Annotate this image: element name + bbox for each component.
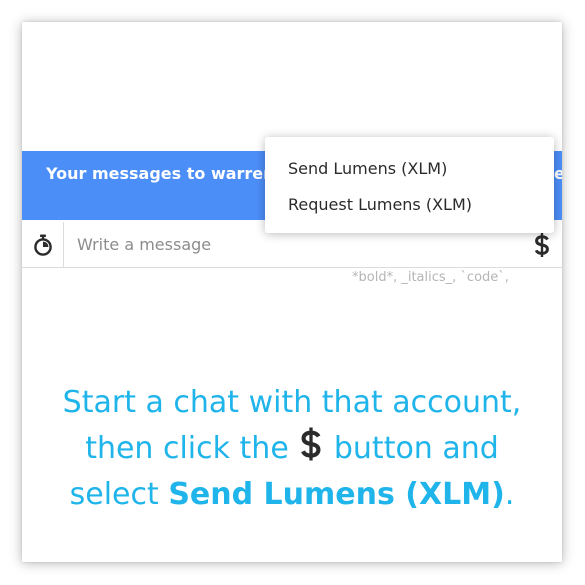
chat-panel: Your messages to warrenb e *bold*, _ital… (22, 22, 562, 562)
instruction-line-1: Start a chat with that account, (62, 385, 522, 420)
instruction-text: Start a chat with that account, then cli… (22, 380, 562, 518)
instruction-line-2: then click the button and (22, 426, 562, 472)
instruction-line-2-end: button and (333, 431, 499, 466)
banner-text: Your messages to warrenb (46, 164, 286, 183)
exploding-message-button[interactable] (22, 222, 64, 267)
stopwatch-icon (33, 234, 52, 256)
formatting-hint: *bold*, _italics_, `code`, (352, 270, 509, 285)
instruction-line-3-end: . (504, 477, 515, 512)
request-lumens-menu-item[interactable]: Request Lumens (XLM) (265, 193, 554, 229)
instruction-line-3: select Send Lumens (XLM). (22, 472, 562, 518)
instruction-line-2-start: then click the (85, 431, 289, 466)
instruction-line-3-start: select (69, 477, 159, 512)
dollar-icon (301, 427, 321, 461)
send-lumens-menu-item[interactable]: Send Lumens (XLM) (265, 157, 554, 193)
banner-text-tail: e (554, 164, 562, 183)
instruction-send-lumens-emphasis: Send Lumens (XLM) (168, 477, 505, 512)
dollar-icon (534, 232, 549, 257)
payment-menu: Send Lumens (XLM) Request Lumens (XLM) (265, 137, 554, 233)
